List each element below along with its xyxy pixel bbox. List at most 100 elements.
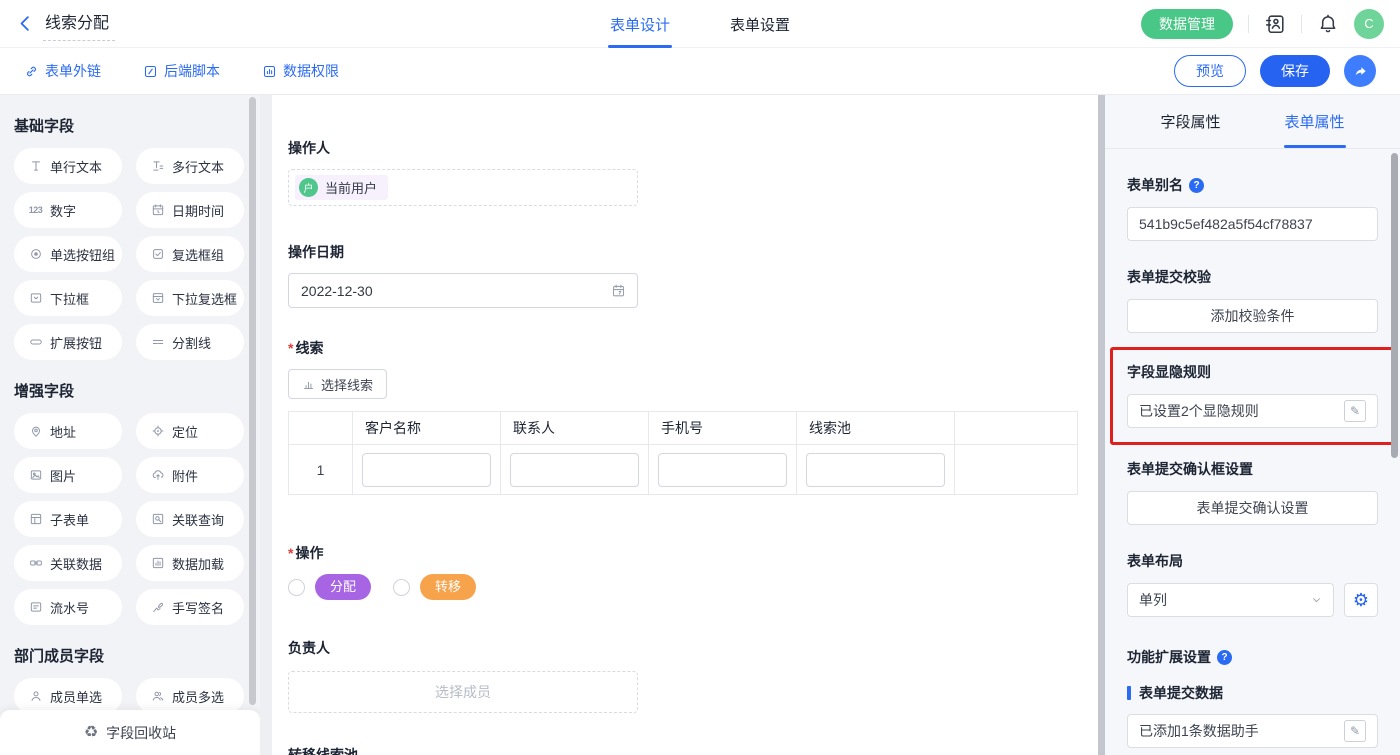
date-input[interactable]: 2022-12-30 — [288, 273, 638, 308]
form-layout-row: 单列 ⚙ — [1127, 583, 1378, 617]
field-item-dropdown[interactable]: 下拉框 — [14, 280, 122, 316]
field-item-signature[interactable]: 手写签名 — [136, 589, 244, 625]
visibility-rules-box[interactable]: 已设置2个显隐规则 ✎ — [1127, 394, 1378, 428]
lead-cell-input[interactable] — [658, 453, 787, 487]
field-item-address[interactable]: 地址 — [14, 413, 122, 449]
top-header: 线索分配 表单设计 表单设置 数据管理 C — [0, 0, 1400, 48]
form-alias-input[interactable]: 541b9c5ef482a5f54cf78837 — [1127, 207, 1378, 241]
lead-cell-input[interactable] — [806, 453, 945, 487]
help-icon[interactable]: ? — [1217, 650, 1232, 665]
panel-scrollbar[interactable] — [1391, 153, 1398, 458]
blue-bar — [1127, 686, 1131, 700]
field-owner[interactable]: 负责人 选择成员 — [288, 638, 1078, 713]
dropdown-icon — [26, 291, 45, 305]
field-item-number[interactable]: 123数字 — [14, 192, 122, 228]
submit-data-box[interactable]: 已添加1条数据助手 ✎ — [1127, 714, 1378, 748]
address-book-icon[interactable] — [1264, 13, 1286, 35]
bell-icon[interactable] — [1317, 13, 1339, 35]
panel-tabs: 字段属性 表单属性 — [1105, 95, 1400, 149]
field-lead[interactable]: 线索 选择线索 客户名称联系人手机号线索池 1 — [288, 338, 1078, 495]
action-option: 转移 — [393, 574, 476, 600]
sidebar-group-title: 增强字段 — [14, 380, 244, 401]
toolbar-link-external-link[interactable]: 表单外链 — [24, 61, 101, 81]
toolbar-link-label: 后端脚本 — [164, 61, 220, 81]
select-lead-label: 选择线索 — [321, 375, 373, 394]
chart-bars-icon — [302, 378, 315, 391]
calendar-icon[interactable] — [611, 283, 626, 298]
tab-form-settings[interactable]: 表单设置 — [730, 0, 790, 48]
lead-cell-input[interactable] — [510, 453, 639, 487]
help-icon[interactable]: ? — [1189, 178, 1204, 193]
option-tag[interactable]: 转移 — [420, 574, 476, 600]
serial-number-icon — [26, 600, 45, 614]
radio-button[interactable] — [288, 579, 305, 596]
field-item-member-multi[interactable]: 成员多选 — [136, 678, 244, 714]
share-button[interactable] — [1344, 55, 1376, 87]
tab-form-design[interactable]: 表单设计 — [610, 0, 670, 48]
field-item-label: 日期时间 — [172, 201, 224, 220]
field-item-serial-number[interactable]: 流水号 — [14, 589, 122, 625]
field-transfer-pool[interactable]: 转移线索池 — [288, 745, 1078, 755]
required-star — [288, 340, 295, 356]
visibility-rules-value: 已设置2个显隐规则 — [1139, 401, 1259, 421]
field-item-subform[interactable]: 子表单 — [14, 501, 122, 537]
canvas-scrollbar[interactable] — [1098, 95, 1105, 755]
lead-table-body: 1 — [289, 445, 1078, 495]
sidebar-scrollbar[interactable] — [249, 97, 256, 705]
toolbar-link-data-permission[interactable]: 数据权限 — [262, 61, 339, 81]
submit-confirm-button[interactable]: 表单提交确认设置 — [1127, 491, 1378, 525]
field-operator[interactable]: 操作人 户 当前用户 — [288, 138, 1078, 206]
field-item-related-data[interactable]: 关联数据 — [14, 545, 122, 581]
lead-label: 线索 — [295, 338, 323, 358]
field-item-data-load[interactable]: 数据加载 — [136, 545, 244, 581]
edit-icon[interactable]: ✎ — [1344, 720, 1366, 742]
field-operation-date[interactable]: 操作日期 2022-12-30 — [288, 242, 1078, 308]
field-item-location[interactable]: 定位 — [136, 413, 244, 449]
action-label: 操作 — [295, 543, 323, 563]
back-icon[interactable] — [16, 14, 35, 33]
field-item-label: 定位 — [172, 422, 198, 441]
field-item-single-line-text[interactable]: 单行文本 — [14, 148, 122, 184]
save-button[interactable]: 保存 — [1260, 55, 1330, 87]
toolbar-link-backend-script[interactable]: 后端脚本 — [143, 61, 220, 81]
option-tag[interactable]: 分配 — [315, 574, 371, 600]
edit-icon[interactable]: ✎ — [1344, 400, 1366, 422]
field-item-radio-group[interactable]: 单选按钮组 — [14, 236, 122, 272]
extension-settings-text: 功能扩展设置 — [1127, 647, 1211, 667]
datetime-icon — [148, 203, 167, 217]
layout-select[interactable]: 单列 — [1127, 583, 1334, 617]
field-item-multi-dropdown[interactable]: 下拉复选框 — [136, 280, 244, 316]
field-item-attachment[interactable]: 附件 — [136, 457, 244, 493]
field-item-datetime[interactable]: 日期时间 — [136, 192, 244, 228]
tab-field-properties[interactable]: 字段属性 — [1160, 95, 1220, 148]
signature-icon — [148, 600, 167, 614]
lead-cell-input[interactable] — [362, 453, 491, 487]
field-item-multi-line-text[interactable]: 多行文本 — [136, 148, 244, 184]
layout-settings-button[interactable]: ⚙ — [1344, 583, 1378, 617]
operator-value-box[interactable]: 户 当前用户 — [288, 169, 638, 206]
field-item-member-single[interactable]: 成员单选 — [14, 678, 122, 714]
avatar[interactable]: C — [1354, 9, 1384, 39]
field-item-divider[interactable]: 分割线 — [136, 324, 244, 360]
lead-table-column-header: 联系人 — [501, 412, 649, 445]
field-item-image[interactable]: 图片 — [14, 457, 122, 493]
add-validation-button[interactable]: 添加校验条件 — [1127, 299, 1378, 333]
submit-data-label: 表单提交数据 — [1127, 683, 1378, 703]
lead-cell — [797, 445, 955, 495]
field-action[interactable]: 操作 分配 转移 — [288, 543, 1078, 600]
select-lead-button[interactable]: 选择线索 — [288, 369, 387, 399]
field-item-related-query[interactable]: 关联查询 — [136, 501, 244, 537]
field-item-label: 下拉框 — [50, 289, 89, 308]
expand-button-icon — [26, 335, 45, 349]
preview-button[interactable]: 预览 — [1174, 55, 1246, 87]
field-recycle-bin[interactable]: ♻ 字段回收站 — [0, 710, 260, 755]
radio-button[interactable] — [393, 579, 410, 596]
field-item-checkbox-group[interactable]: 复选框组 — [136, 236, 244, 272]
field-item-expand-button[interactable]: 扩展按钮 — [14, 324, 122, 360]
field-item-label: 成员单选 — [50, 687, 102, 706]
select-member-box[interactable]: 选择成员 — [288, 671, 638, 713]
member-single-icon — [26, 689, 45, 703]
tab-form-properties[interactable]: 表单属性 — [1285, 95, 1345, 148]
data-manage-button[interactable]: 数据管理 — [1141, 9, 1233, 39]
field-label: 操作 — [288, 543, 1078, 563]
